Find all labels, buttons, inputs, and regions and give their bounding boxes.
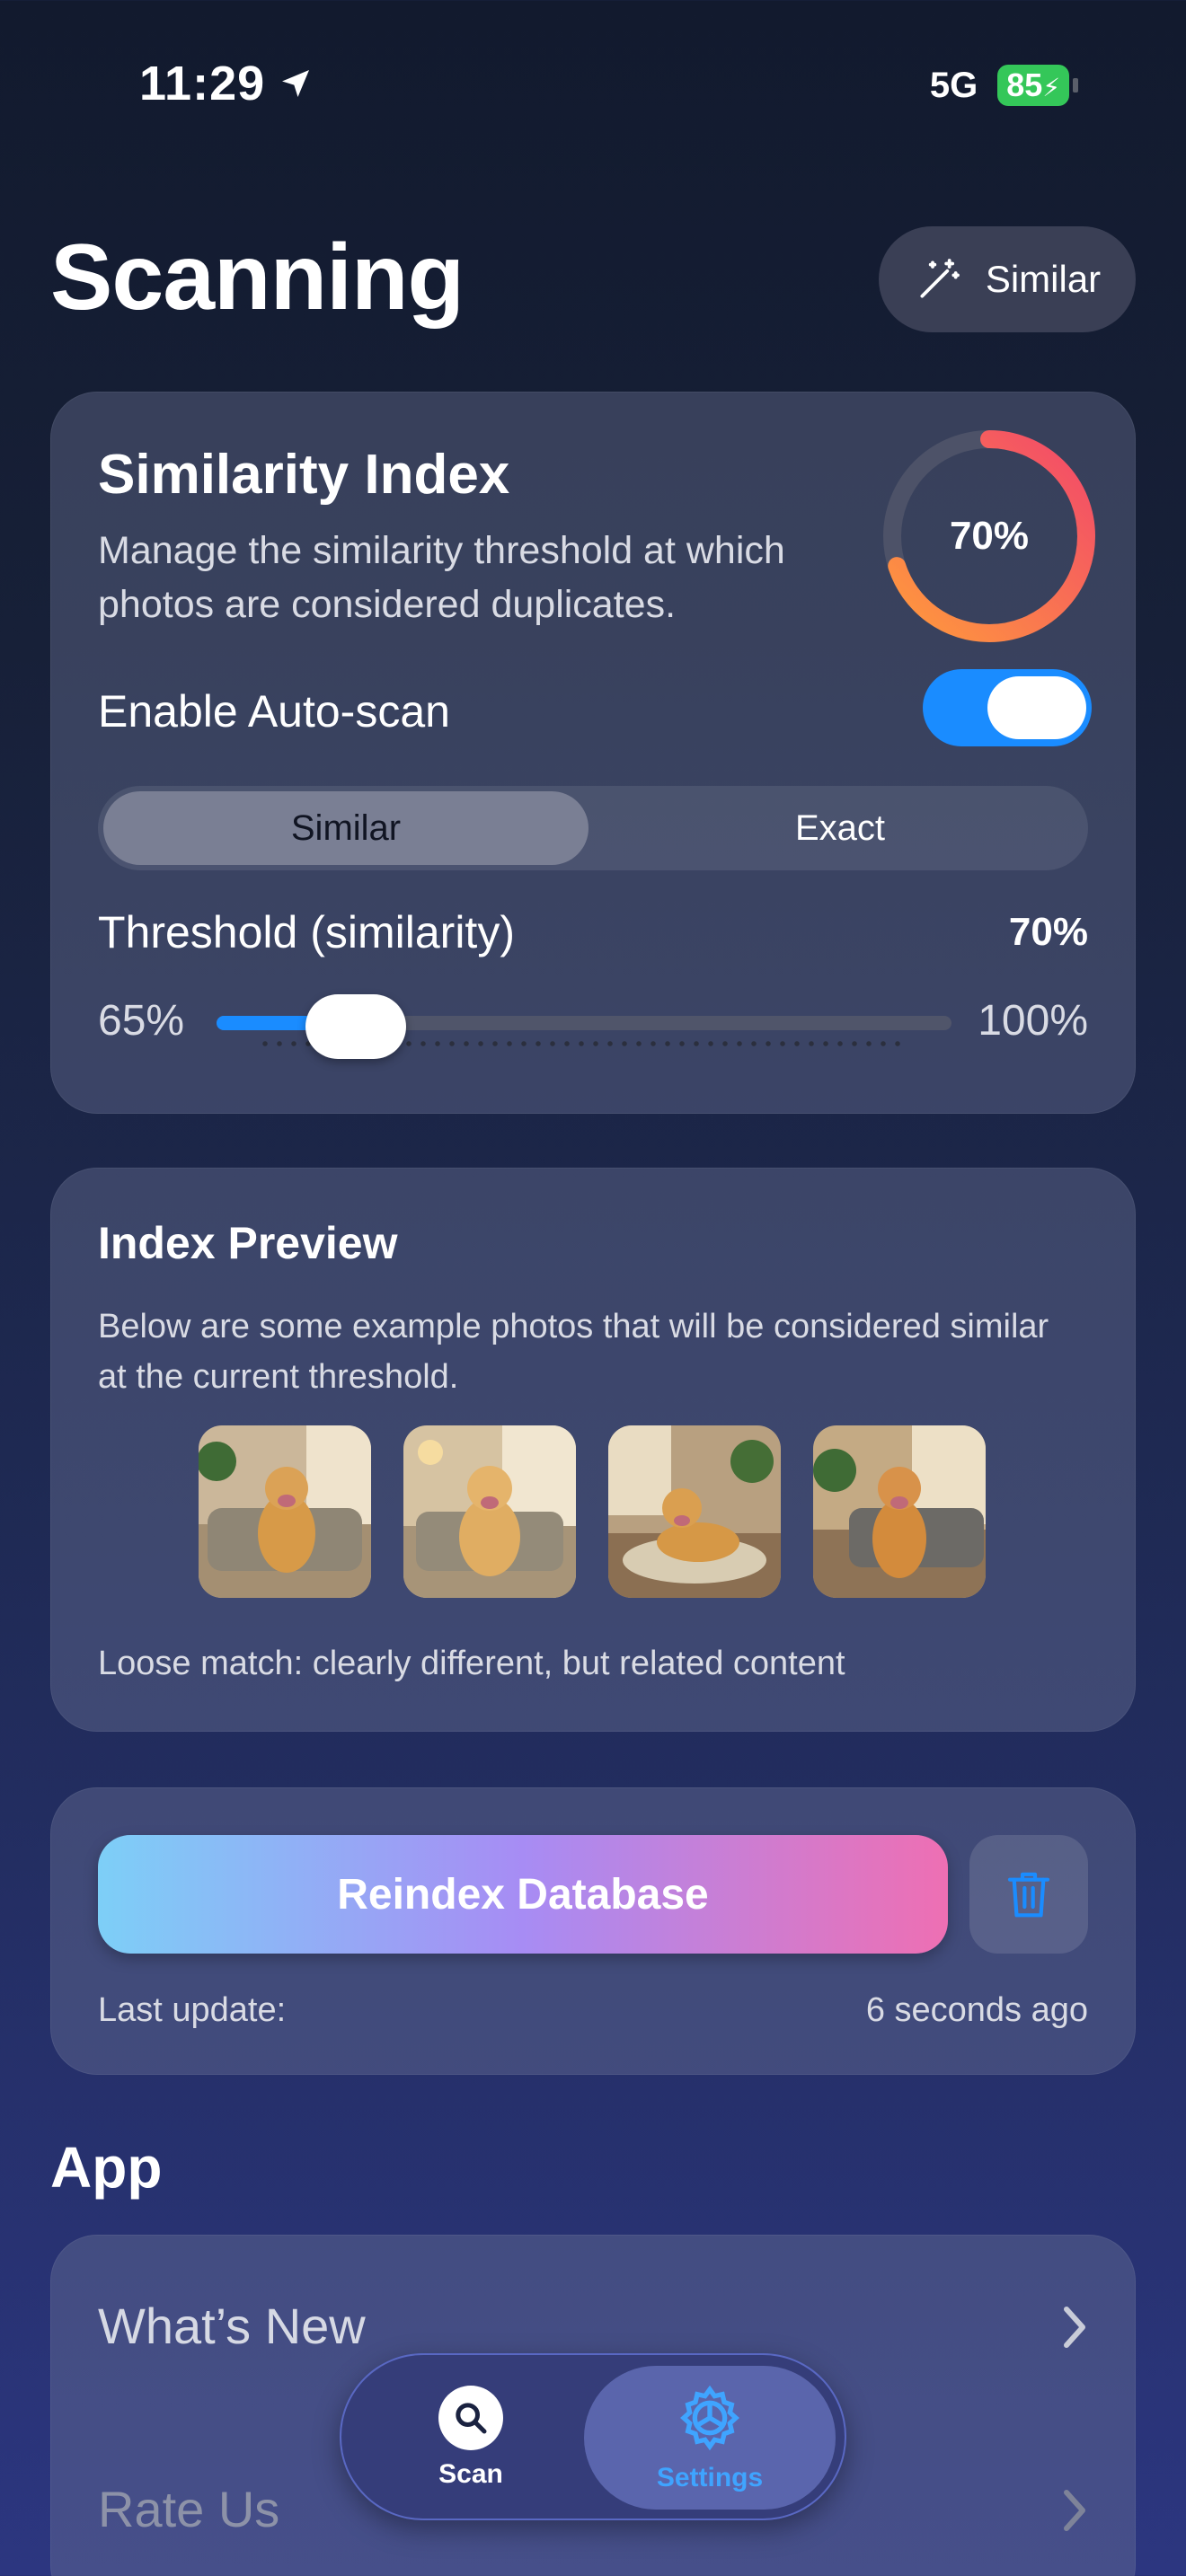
slider-min-label: 65% <box>98 997 185 1045</box>
location-arrow-icon <box>282 70 310 97</box>
chevron-right-icon <box>1064 2307 1085 2348</box>
row-whats-new[interactable]: What’s New <box>98 2297 366 2355</box>
page-title: Scanning <box>50 225 465 330</box>
threshold-slider-thumb[interactable] <box>305 994 407 1059</box>
similarity-title: Similarity Index <box>98 444 510 506</box>
gear-icon <box>680 2385 739 2451</box>
similarity-description: Manage the similarity threshold at which… <box>98 529 785 626</box>
threshold-label: Threshold (similarity) <box>98 907 515 957</box>
last-update-label: Last update: <box>98 1991 287 2029</box>
tab-scan-label: Scan <box>438 2459 503 2489</box>
charging-bolt-icon: ⚡ <box>1042 74 1060 101</box>
cellular-signal-icon <box>857 71 910 101</box>
battery-cap <box>1073 78 1078 93</box>
row-rate-us[interactable]: Rate Us <box>98 2480 279 2538</box>
index-preview-card: Index Preview Below are some example pho… <box>50 1168 1136 1732</box>
trash-icon <box>1007 1872 1050 1918</box>
mode-pill-label: Similar <box>985 258 1102 300</box>
tab-bar: Scan Settings <box>340 2353 846 2520</box>
preview-title: Index Preview <box>98 1218 398 1268</box>
search-icon <box>438 2386 503 2450</box>
preview-match-note: Loose match: clearly different, but rela… <box>98 1645 845 1682</box>
preview-photo-dog-rug[interactable] <box>608 1425 781 1598</box>
segment-exact[interactable]: Exact <box>597 791 1083 865</box>
slider-max-label: 100% <box>978 997 1088 1045</box>
chevron-right-icon <box>1064 2490 1085 2531</box>
status-time: 11:29 <box>139 56 314 111</box>
preview-description: Below are some example photos that will … <box>98 1308 1049 1396</box>
similarity-index-card: Similarity Index Manage the similarity t… <box>50 392 1136 1114</box>
preview-photo-strip <box>199 1425 986 1598</box>
auto-scan-label: Enable Auto-scan <box>98 686 450 737</box>
battery-indicator: 85⚡ <box>997 65 1069 106</box>
toggle-knob <box>987 676 1086 739</box>
segment-similar[interactable]: Similar <box>103 791 589 865</box>
battery-level: 85 <box>1006 66 1043 103</box>
reindex-database-button[interactable]: Reindex Database <box>98 1835 948 1954</box>
auto-scan-toggle[interactable] <box>923 669 1092 746</box>
tab-settings-label: Settings <box>656 2463 764 2492</box>
preview-photo-dog-sofa-2[interactable] <box>403 1425 576 1598</box>
preview-photo-dog-sofa[interactable] <box>199 1425 371 1598</box>
similarity-ring-value: 70% <box>949 514 1030 558</box>
threshold-value: 70% <box>1008 910 1088 954</box>
reindex-card: Reindex Database Last update: 6 seconds … <box>50 1787 1136 2075</box>
magic-wand-icon <box>920 259 960 298</box>
mode-pill-button[interactable]: Similar <box>879 226 1136 332</box>
preview-photo-dog-sofa-3[interactable] <box>813 1425 986 1598</box>
match-mode-segmented-control: Similar Exact <box>98 786 1088 870</box>
app-section-title: App <box>50 2135 163 2200</box>
tab-scan[interactable]: Scan <box>354 2366 588 2510</box>
status-indicators: 5G 85⚡ <box>857 65 1078 106</box>
tab-settings[interactable]: Settings <box>584 2366 836 2510</box>
last-update-value: 6 seconds ago <box>865 1991 1088 2029</box>
status-time-text: 11:29 <box>139 57 266 110</box>
network-type: 5G <box>929 65 978 105</box>
delete-index-button[interactable] <box>969 1835 1088 1954</box>
